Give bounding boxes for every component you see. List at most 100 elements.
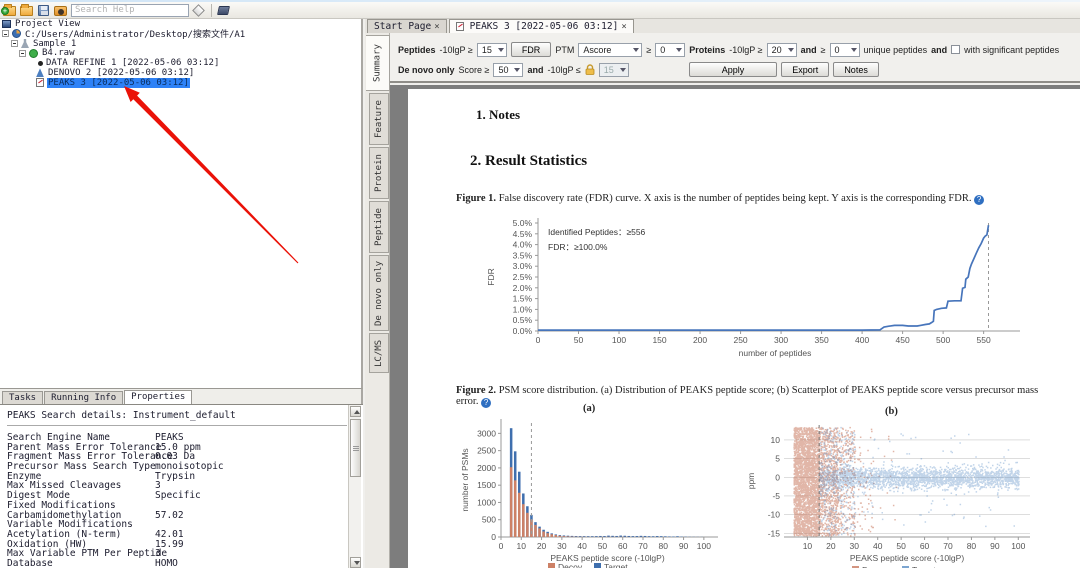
close-icon[interactable] xyxy=(434,22,439,32)
svg-text:150: 150 xyxy=(652,335,666,345)
proteins-operator: -10lgP ≥ xyxy=(729,44,763,55)
new-project-icon[interactable] xyxy=(1,3,17,17)
svg-text:1.0%: 1.0% xyxy=(513,304,533,314)
project-view-icon xyxy=(2,19,11,28)
fdr-button[interactable]: FDR xyxy=(510,42,552,57)
tab-summary[interactable]: Summary xyxy=(366,35,390,91)
svg-text:50: 50 xyxy=(896,541,906,551)
search-go-icon[interactable] xyxy=(192,3,206,17)
svg-text:30: 30 xyxy=(850,541,860,551)
significant-peptides-checkbox[interactable] xyxy=(951,45,961,54)
properties-content: PEAKS Search details: Instrument_default… xyxy=(0,404,363,568)
svg-text:10: 10 xyxy=(803,541,813,551)
unique-operator: ≥ xyxy=(820,44,826,55)
main-toolbar xyxy=(0,2,1080,19)
chevron-down-icon xyxy=(619,67,626,72)
svg-text:0: 0 xyxy=(775,472,780,482)
apply-button[interactable]: Apply xyxy=(688,62,778,77)
denovo-lgp-select-disabled[interactable]: 15 xyxy=(598,62,629,77)
tab-de-novo-only[interactable]: De novo only xyxy=(369,255,389,331)
svg-text:250: 250 xyxy=(733,335,747,345)
score-operator: Score ≥ xyxy=(458,64,490,75)
svg-text:4.0%: 4.0% xyxy=(513,240,533,250)
ptm-score-select[interactable]: 0 xyxy=(655,42,686,57)
peaks-result-icon xyxy=(455,22,464,31)
tab-start-page[interactable]: Start Page xyxy=(367,19,447,33)
svg-text:200: 200 xyxy=(693,335,707,345)
denovo-score-select[interactable]: 50 xyxy=(493,62,524,77)
properties-title: PEAKS Search details: Instrument_default xyxy=(7,410,236,421)
svg-text:70: 70 xyxy=(638,541,648,551)
properties-scrollbar[interactable] xyxy=(348,405,361,568)
svg-text:3.0%: 3.0% xyxy=(513,261,533,271)
search-help-input[interactable] xyxy=(71,3,189,17)
psm-score-histogram: 0 500 1000 1500 2000 2500 3000 0 10 20 30 40 50 60 70 8… xyxy=(460,419,718,568)
tab-lcms[interactable]: LC/MS xyxy=(369,333,389,373)
notes-button[interactable]: Notes xyxy=(833,62,879,77)
figure1-caption: Figure 1. False discovery rate (FDR) cur… xyxy=(456,193,1016,205)
proteins-score-select[interactable]: 20 xyxy=(766,42,797,57)
tree-item-project[interactable]: C:/Users/Administrator/Desktop/搜索文件/A1 xyxy=(0,29,361,40)
svg-text:100: 100 xyxy=(1011,541,1025,551)
snapshot-icon[interactable] xyxy=(54,4,68,17)
lock-icon[interactable] xyxy=(585,64,595,75)
tab-feature[interactable]: Feature xyxy=(369,93,389,145)
filter-toolbar: Peptides -10lgP ≥ 15 FDR PTM Ascore ≥ 0 … xyxy=(390,33,1080,83)
svg-text:30: 30 xyxy=(557,541,567,551)
label-tag-icon[interactable] xyxy=(217,4,231,17)
open-folder-icon[interactable] xyxy=(20,3,34,17)
selected-tree-label: PEAKS 3 [2022-05-06 03:12] xyxy=(47,77,190,88)
property-row: Fixed Modifications xyxy=(7,499,116,511)
help-icon[interactable] xyxy=(974,195,985,205)
scroll-thumb[interactable] xyxy=(350,419,361,477)
chevron-down-icon xyxy=(850,47,857,52)
property-row: Fragment Mass Error Tolerance 0.03 Da xyxy=(7,451,196,463)
peptides-label: Peptides xyxy=(398,44,436,55)
tree-item-raw-file[interactable]: B4.raw xyxy=(0,48,361,58)
and-label: and xyxy=(800,44,817,55)
scroll-down-icon[interactable] xyxy=(350,557,361,568)
help-icon[interactable] xyxy=(481,398,492,408)
collapse-icon[interactable] xyxy=(2,30,9,38)
close-icon[interactable] xyxy=(621,22,626,32)
peptides-score-select[interactable]: 15 xyxy=(476,42,507,57)
svg-text:-15: -15 xyxy=(768,528,781,538)
svg-text:5.0%: 5.0% xyxy=(513,218,533,228)
section-notes-heading: 1. Notes xyxy=(476,107,521,122)
collapse-icon[interactable] xyxy=(19,49,26,57)
svg-text:Identified Peptides：≥556: Identified Peptides：≥556 xyxy=(548,227,646,237)
unique-peptides-select[interactable]: 0 xyxy=(829,42,860,57)
scroll-up-icon[interactable] xyxy=(350,406,361,417)
tree-item-data-refine[interactable]: DATA REFINE 1 [2022-05-06 03:12] xyxy=(0,58,361,68)
tab-tasks[interactable]: Tasks xyxy=(2,391,44,404)
export-button[interactable]: Export xyxy=(781,62,830,77)
svg-text:0: 0 xyxy=(536,335,541,345)
svg-text:90: 90 xyxy=(679,541,689,551)
denovo-icon xyxy=(36,68,44,78)
tree-item-peaks[interactable]: PEAKS 3 [2022-05-06 03:12] xyxy=(0,77,361,88)
tab-running-info[interactable]: Running Info xyxy=(44,391,124,404)
tab-protein[interactable]: Protein xyxy=(369,147,389,199)
tree-item-denovo[interactable]: DENOVO 2 [2022-05-06 03:12] xyxy=(0,68,361,78)
svg-text:100: 100 xyxy=(697,541,711,551)
chevron-down-icon xyxy=(676,47,683,52)
collapse-icon[interactable] xyxy=(11,39,18,47)
figure2a-label: (a) xyxy=(583,403,596,414)
tab-peptide[interactable]: Peptide xyxy=(369,201,389,253)
svg-text:350: 350 xyxy=(814,335,828,345)
svg-text:0: 0 xyxy=(499,541,504,551)
tab-peaks-result[interactable]: PEAKS 3 [2022-05-06 03:12] xyxy=(448,19,634,33)
svg-text:Target: Target xyxy=(604,562,628,568)
save-icon[interactable] xyxy=(37,4,51,17)
ptm-method-select[interactable]: Ascore xyxy=(578,42,643,57)
svg-text:80: 80 xyxy=(967,541,977,551)
peptides-operator: -10lgP ≥ xyxy=(439,44,473,55)
property-row: Precursor Mass Search Type monoisotopic xyxy=(7,461,224,473)
tab-properties[interactable]: Properties xyxy=(124,390,193,404)
lgp-operator: -10lgP ≤ xyxy=(547,64,581,75)
unique-peptides-label: unique peptides xyxy=(863,44,928,55)
result-section-tabs: Summary Feature Protein Peptide De novo … xyxy=(365,33,390,568)
svg-text:number of PSMs: number of PSMs xyxy=(460,448,470,511)
chevron-down-icon xyxy=(787,47,794,52)
svg-text:1500: 1500 xyxy=(477,480,496,490)
